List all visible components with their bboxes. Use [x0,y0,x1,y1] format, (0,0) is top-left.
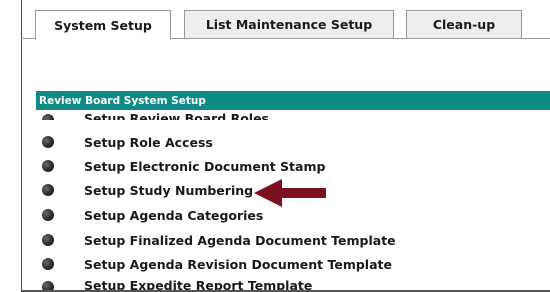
item-label: Setup Role Access [84,134,213,150]
list-item-role-access[interactable]: Setup Role Access [42,132,502,152]
item-label: Setup Review Board Roles [84,111,269,120]
annotation-arrow-icon [254,179,326,207]
bullet-icon [42,160,54,172]
bullet-icon [42,258,54,270]
list-item-finalized-agenda-template[interactable]: Setup Finalized Agenda Document Template [42,230,502,250]
item-label: Setup Agenda Categories [84,207,264,223]
tab-label: List Maintenance Setup [205,17,373,32]
bullet-icon [42,209,54,221]
list-item-agenda-categories[interactable]: Setup Agenda Categories [42,205,502,225]
item-label: Setup Study Numbering [84,182,254,198]
list-item-agenda-revision-template[interactable]: Setup Agenda Revision Document Template [42,254,502,274]
tab-list-maintenance-setup[interactable]: List Maintenance Setup [184,10,394,39]
tab-system-setup[interactable]: System Setup [35,10,171,40]
bullet-icon [42,234,54,246]
list-item-electronic-document-stamp[interactable]: Setup Electronic Document Stamp [42,156,502,176]
section-title: Review Board System Setup [39,94,206,107]
item-label: Setup Finalized Agenda Document Template [84,232,396,248]
tab-clean-up[interactable]: Clean-up [406,10,522,39]
item-label: Setup Agenda Revision Document Template [84,256,392,272]
tab-label: System Setup [54,17,152,33]
arrow-shape [254,179,326,207]
tab-label: Clean-up [432,17,496,32]
bullet-icon [42,136,54,148]
bullet-icon [42,114,54,120]
list-item-review-board-roles[interactable]: Setup Review Board Roles [42,108,502,120]
item-label: Setup Electronic Document Stamp [84,158,326,174]
bullet-icon [42,184,54,196]
